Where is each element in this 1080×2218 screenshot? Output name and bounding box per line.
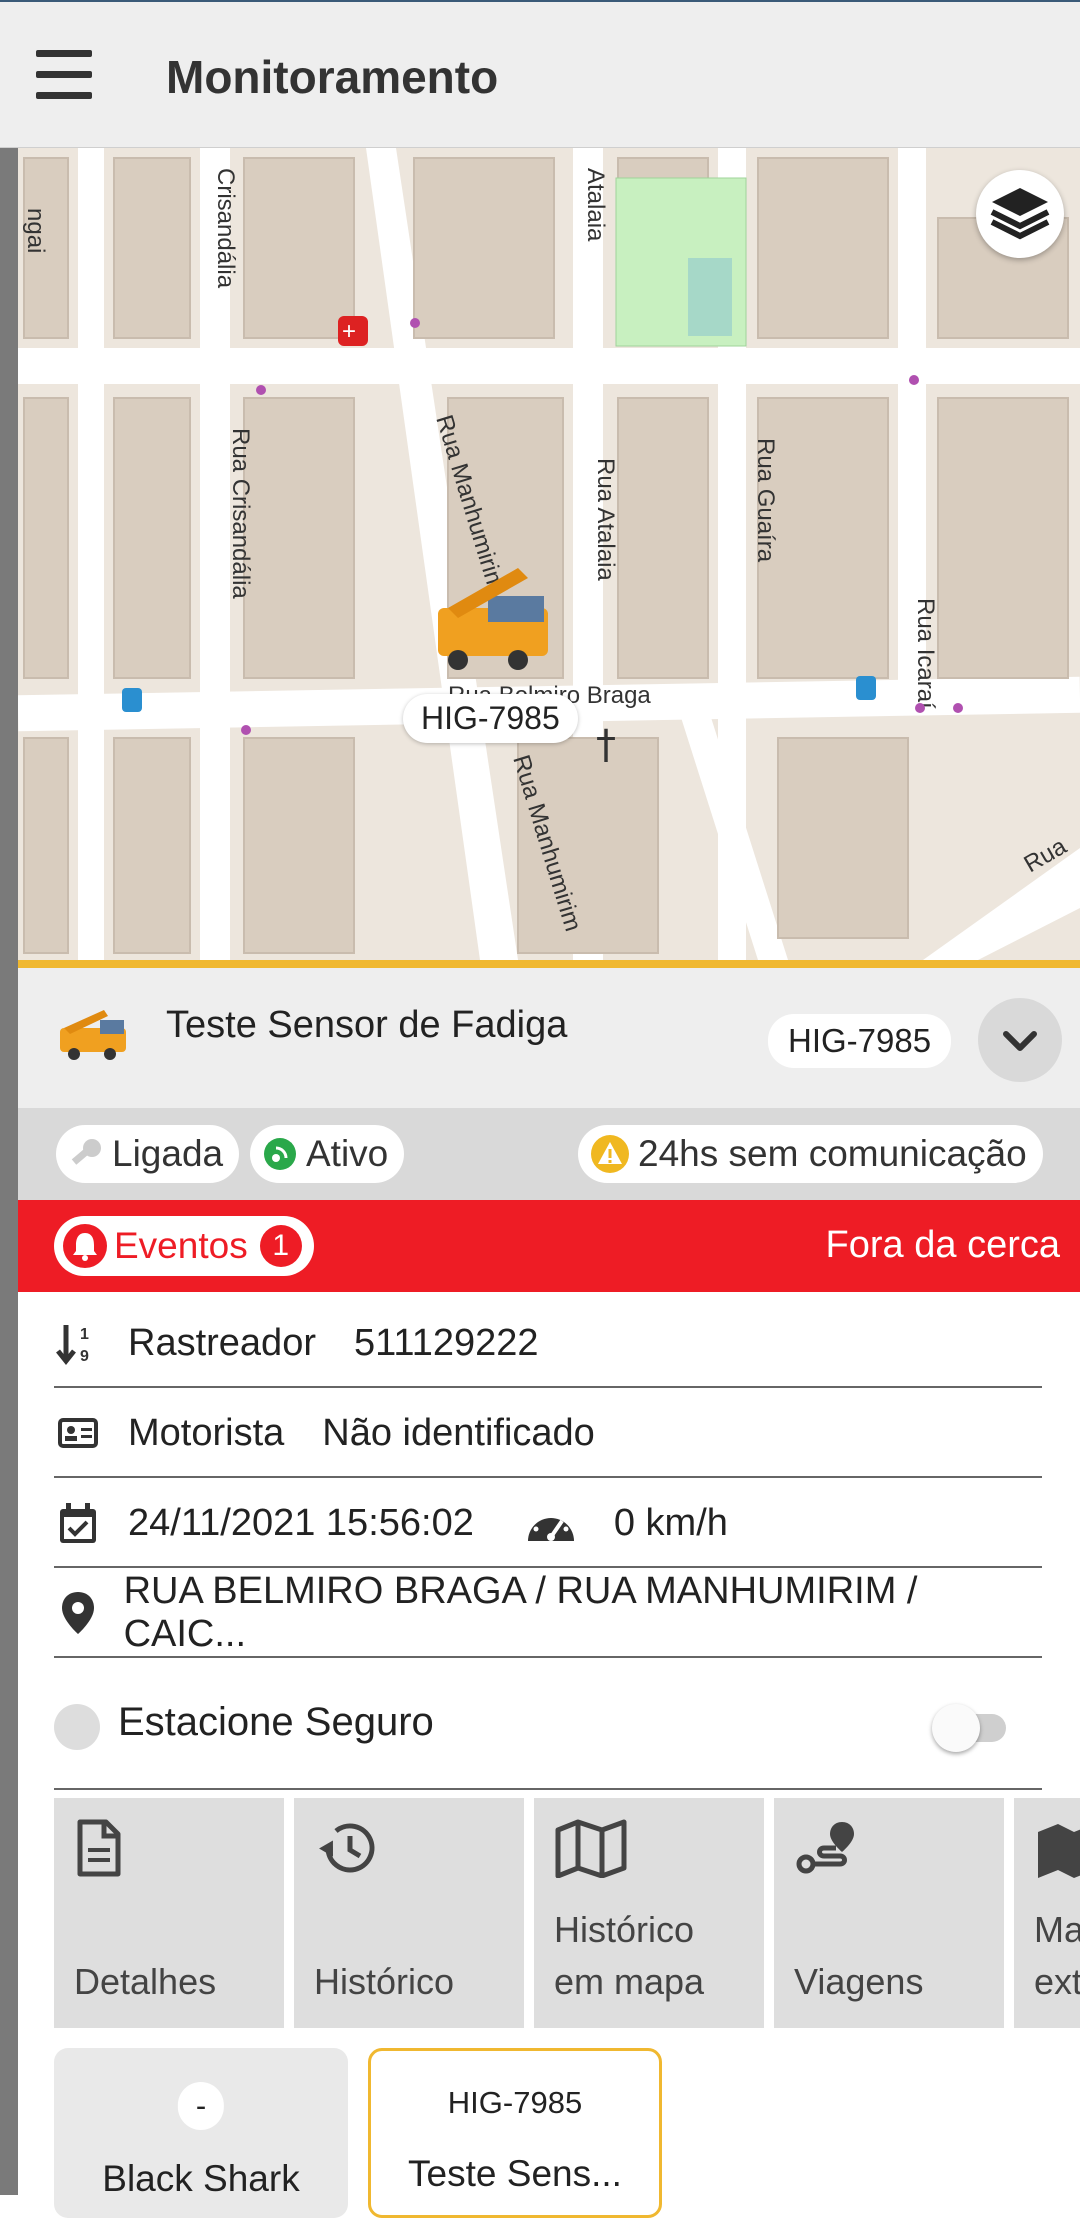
map-pin-icon: [1038, 1824, 1080, 1878]
bell-icon: [63, 1224, 107, 1268]
driver-row: Motorista Não identificado: [54, 1390, 1042, 1478]
layers-icon: [990, 188, 1050, 240]
top-app-bar: Monitoramento: [0, 0, 1080, 148]
safe-park-indicator: [54, 1704, 100, 1750]
speedometer-icon: [527, 1509, 574, 1541]
street-label: Rua Crisandália: [227, 428, 254, 599]
address-row: RUA BELMIRO BRAGA / RUA MANHUMIRIM / CAI…: [54, 1570, 1042, 1658]
trips-label: Viagens: [794, 1961, 924, 2002]
svg-text:9: 9: [80, 1348, 89, 1365]
safe-park-label: Estacione Seguro: [118, 1700, 434, 1744]
vehicle-card-name: Teste Sens...: [408, 2153, 622, 2194]
vehicle-card-name: Black Shark: [102, 2158, 300, 2199]
left-edge-bar: [0, 148, 18, 2195]
communication-status: 24hs sem comunicação: [638, 1133, 1027, 1174]
datetime-value: 24/11/2021 15:56:02: [128, 1501, 474, 1544]
warning-icon: [591, 1135, 629, 1173]
events-bar[interactable]: Eventos 1 Fora da cerca: [18, 1200, 1080, 1292]
map-plate-label[interactable]: HIG-7985: [403, 694, 578, 743]
svg-text:†: †: [596, 722, 616, 768]
svg-text:+: +: [342, 318, 356, 345]
signal-icon: [264, 1138, 296, 1170]
map-extra-label: Ma ext: [1034, 1909, 1080, 2002]
street-label: ngai: [22, 208, 49, 253]
street-label: Rua Atalaia: [592, 458, 619, 581]
sort-numeric-icon: 1 9: [56, 1325, 89, 1365]
street-label: Atalaia: [582, 168, 609, 242]
street-label: Rua Icaraí: [912, 598, 939, 709]
events-label: Eventos: [114, 1225, 248, 1266]
actions-scroller[interactable]: Detalhes Histórico Histórico em mapa Via…: [54, 1798, 1080, 2028]
chevron-down-icon: [1003, 1031, 1037, 1051]
driver-label: Motorista: [128, 1411, 285, 1454]
event-message: Fora da cerca: [825, 1224, 1060, 1266]
key-icon: [71, 1139, 101, 1165]
vehicle-cards: - Black Shark HIG-7985 Teste Sens...: [54, 2048, 1080, 2218]
events-button[interactable]: Eventos 1: [54, 1216, 314, 1276]
expand-button[interactable]: [978, 998, 1062, 1082]
tracker-row: 1 9 Rastreador 511129222: [54, 1300, 1042, 1388]
vehicle-name: Teste Sensor de Fadiga: [166, 1004, 568, 1046]
calendar-check-icon: [60, 1503, 96, 1543]
street-label: Crisandália: [212, 168, 239, 289]
trips-button[interactable]: Viagens: [774, 1798, 1004, 2028]
address-value: RUA BELMIRO BRAGA / RUA MANHUMIRIM / CAI…: [123, 1570, 918, 1655]
map-view[interactable]: ngai Crisandália Atalaia Rua Crisandália…: [18, 148, 1080, 960]
vehicle-card-plate: HIG-7985: [429, 2079, 601, 2127]
map-history-label: Histórico em mapa: [554, 1909, 705, 2002]
truck-icon: [60, 1010, 126, 1060]
status-row: Ligada Ativo 24hs sem comunicação: [18, 1108, 1080, 1200]
history-button[interactable]: Histórico: [294, 1798, 524, 2028]
menu-icon[interactable]: [36, 50, 92, 100]
communication-chip: 24hs sem comunicação: [578, 1125, 1043, 1183]
tracker-label: Rastreador: [128, 1321, 316, 1364]
details-label: Detalhes: [74, 1961, 217, 2002]
vehicle-header[interactable]: Teste Sensor de Fadiga HIG-7985: [18, 968, 1080, 1108]
vehicle-card-plate: -: [177, 2082, 225, 2130]
tracker-value: 511129222: [353, 1321, 539, 1364]
speed-value: 0 km/h: [613, 1501, 728, 1544]
history-icon: [319, 1823, 375, 1873]
map-canvas: ngai Crisandália Atalaia Rua Crisandália…: [18, 148, 1080, 960]
street-label: Rua Guaíra: [752, 438, 779, 563]
layers-button[interactable]: [976, 170, 1064, 258]
page-title: Monitoramento: [166, 51, 499, 103]
svg-text:1: 1: [80, 1326, 89, 1343]
ignition-chip: Ligada: [56, 1125, 240, 1183]
ignition-status: Ligada: [112, 1133, 224, 1174]
document-icon: [77, 1819, 121, 1877]
map-icon: [555, 1819, 627, 1879]
history-label: Histórico: [314, 1961, 455, 2002]
safe-park-toggle[interactable]: [932, 1700, 1010, 1754]
id-card-icon: [58, 1418, 98, 1448]
vehicle-card[interactable]: - Black Shark: [54, 2048, 348, 2218]
location-pin-icon: [61, 1592, 94, 1634]
route-icon: [796, 1822, 854, 1874]
active-chip: Ativo: [250, 1125, 405, 1183]
vehicle-card-selected[interactable]: HIG-7985 Teste Sens...: [368, 2048, 662, 2218]
datetime-row: 24/11/2021 15:56:02 0 km/h: [54, 1480, 1042, 1568]
map-divider: [18, 960, 1080, 968]
map-history-button[interactable]: Histórico em mapa: [534, 1798, 764, 2028]
driver-value: Não identificado: [322, 1411, 595, 1454]
events-count-badge: 1: [259, 1225, 302, 1267]
safe-park-row: Estacione Seguro: [54, 1660, 1042, 1790]
details-button[interactable]: Detalhes: [54, 1798, 284, 2028]
active-status: Ativo: [306, 1133, 389, 1174]
vehicle-plate-badge: HIG-7985: [768, 1014, 952, 1068]
map-extra-button[interactable]: Ma ext: [1014, 1798, 1080, 2028]
